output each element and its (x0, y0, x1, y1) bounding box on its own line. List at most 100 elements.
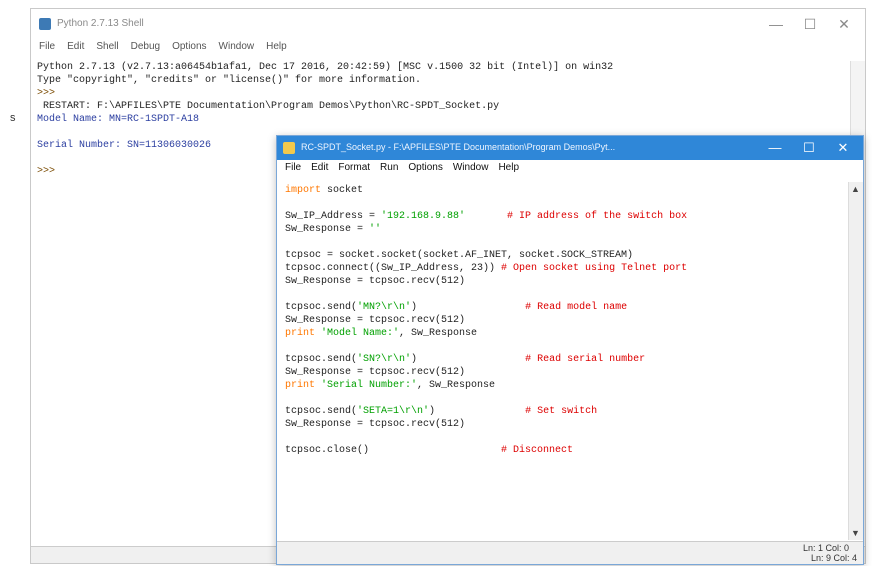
editor-scrollbar[interactable]: ▲ ▼ (848, 182, 863, 540)
editor-close-button[interactable]: ✕ (829, 137, 857, 159)
code-line: Sw_Response = tcpsoc.recv(512) (285, 366, 843, 379)
code-token: tcpsoc.connect((Sw_IP_Address, 23)) (285, 263, 502, 274)
editor-menu-edit[interactable]: Edit (311, 162, 328, 173)
shell-menu-debug[interactable]: Debug (131, 41, 160, 52)
python-file-icon (283, 142, 295, 154)
shell-output-line: Type "copyright", "credits" or "license(… (37, 75, 422, 86)
code-token: # Set switch (525, 406, 598, 417)
shell-output-line: >>> (37, 88, 62, 99)
shell-output-line: Model Name: MN=RC-1SPDT-A18 (37, 114, 200, 125)
code-token: '' (369, 224, 382, 235)
code-token: 'SN?\r\n' (357, 354, 412, 365)
shell-output-line: Python 2.7.13 (v2.7.13:a06454b1afa1, Dec… (37, 62, 614, 73)
code-line: print 'Model Name:', Sw_Response (285, 327, 843, 340)
code-token: tcpsoc.send( (285, 354, 358, 365)
shell-menu-help[interactable]: Help (266, 41, 287, 52)
shell-menu-bar: File Edit Shell Debug Options Window Help (31, 41, 865, 57)
code-line: tcpsoc.close() # Disconnect (285, 444, 843, 457)
code-line: Sw_IP_Address = '192.168.9.88' # IP addr… (285, 210, 843, 223)
code-token: Sw_Response = tcpsoc.recv(512) (285, 419, 466, 430)
editor-status-bar: Ln: 1 Col: 0 Ln: 9 Col: 4 (277, 541, 863, 564)
code-token: Sw_Response = tcpsoc.recv(512) (285, 315, 466, 326)
editor-title-bar[interactable]: RC-SPDT_Socket.py - F:\APFILES\PTE Docum… (277, 136, 863, 160)
code-token: Sw_Response = tcpsoc.recv(512) (285, 367, 466, 378)
code-line: tcpsoc.send('SN?\r\n') # Read serial num… (285, 353, 843, 366)
code-token: Sw_IP_Address = (285, 211, 382, 222)
code-line: Sw_Response = tcpsoc.recv(512) (285, 418, 843, 431)
code-token: # Disconnect (501, 445, 574, 456)
code-line: tcpsoc.connect((Sw_IP_Address, 23)) # Op… (285, 262, 843, 275)
code-line: tcpsoc.send('SETA=1\r\n') # Set switch (285, 405, 843, 418)
code-token: socket (321, 185, 364, 196)
code-token: print (285, 380, 316, 391)
editor-menu-options[interactable]: Options (408, 162, 442, 173)
editor-menu-format[interactable]: Format (338, 162, 370, 173)
code-line: tcpsoc = socket.socket(socket.AF_INET, s… (285, 249, 843, 262)
code-token: tcpsoc = socket.socket(socket.AF_INET, s… (285, 250, 634, 261)
background-text-fragment: s (10, 112, 16, 124)
scroll-up-arrow-icon[interactable]: ▲ (851, 184, 860, 194)
code-line: import socket (285, 184, 843, 197)
shell-output-line: RESTART: F:\APFILES\PTE Documentation\Pr… (37, 101, 500, 112)
code-token: 'Serial Number:' (321, 380, 418, 391)
code-token: print (285, 328, 316, 339)
shell-title-bar: Python 2.7.13 Shell — ☐ ✕ (31, 9, 865, 39)
code-line: print 'Serial Number:', Sw_Response (285, 379, 843, 392)
code-token: 'SETA=1\r\n' (357, 406, 430, 417)
editor-menu-run[interactable]: Run (380, 162, 398, 173)
code-editor[interactable]: import socket Sw_IP_Address = '192.168.9… (285, 184, 843, 540)
code-token: , Sw_Response (399, 328, 478, 339)
shell-window-title: Python 2.7.13 Shell (57, 18, 144, 29)
editor-window-title: RC-SPDT_Socket.py - F:\APFILES\PTE Docum… (301, 142, 616, 152)
code-token: # Read model name (525, 302, 628, 313)
shell-menu-options[interactable]: Options (172, 41, 206, 52)
code-token: 'Model Name:' (321, 328, 400, 339)
editor-menu-help[interactable]: Help (498, 162, 519, 173)
background-window-edge: s (0, 0, 32, 566)
shell-menu-file[interactable]: File (39, 41, 55, 52)
editor-minimize-button[interactable]: — (761, 137, 789, 159)
shell-close-button[interactable]: ✕ (829, 13, 859, 35)
editor-cursor-position: Ln: 1 Col: 0 (802, 543, 849, 553)
code-token: Sw_Response = (285, 224, 370, 235)
code-token: # Open socket using Telnet port (501, 263, 688, 274)
code-token: , Sw_Response (417, 380, 496, 391)
code-token: # IP address of the switch box (507, 211, 688, 222)
editor-window: RC-SPDT_Socket.py - F:\APFILES\PTE Docum… (276, 135, 864, 565)
code-token: # Read serial number (525, 354, 646, 365)
python-icon (39, 18, 51, 30)
code-token: tcpsoc.close() (285, 445, 370, 456)
editor-maximize-button[interactable]: ☐ (795, 137, 823, 159)
shell-menu-window[interactable]: Window (219, 41, 255, 52)
shell-menu-shell[interactable]: Shell (96, 41, 118, 52)
editor-menu-bar: File Edit Format Run Options Window Help (277, 162, 863, 178)
code-token: tcpsoc.send( (285, 406, 358, 417)
shell-maximize-button[interactable]: ☐ (795, 13, 825, 35)
editor-menu-file[interactable]: File (285, 162, 301, 173)
code-token: '192.168.9.88' (381, 211, 466, 222)
code-token: import (285, 185, 322, 196)
code-token: Sw_Response = tcpsoc.recv(512) (285, 276, 466, 287)
code-token: tcpsoc.send( (285, 302, 358, 313)
code-line: Sw_Response = tcpsoc.recv(512) (285, 275, 843, 288)
shell-minimize-button[interactable]: — (761, 13, 791, 35)
code-line: Sw_Response = '' (285, 223, 843, 236)
editor-menu-window[interactable]: Window (453, 162, 489, 173)
shell-menu-edit[interactable]: Edit (67, 41, 84, 52)
code-line: Sw_Response = tcpsoc.recv(512) (285, 314, 843, 327)
code-token: 'MN?\r\n' (357, 302, 412, 313)
code-line: tcpsoc.send('MN?\r\n') # Read model name (285, 301, 843, 314)
scroll-down-arrow-icon[interactable]: ▼ (851, 528, 860, 538)
editor-shell-cursor-position: Ln: 9 Col: 4 (810, 553, 857, 563)
